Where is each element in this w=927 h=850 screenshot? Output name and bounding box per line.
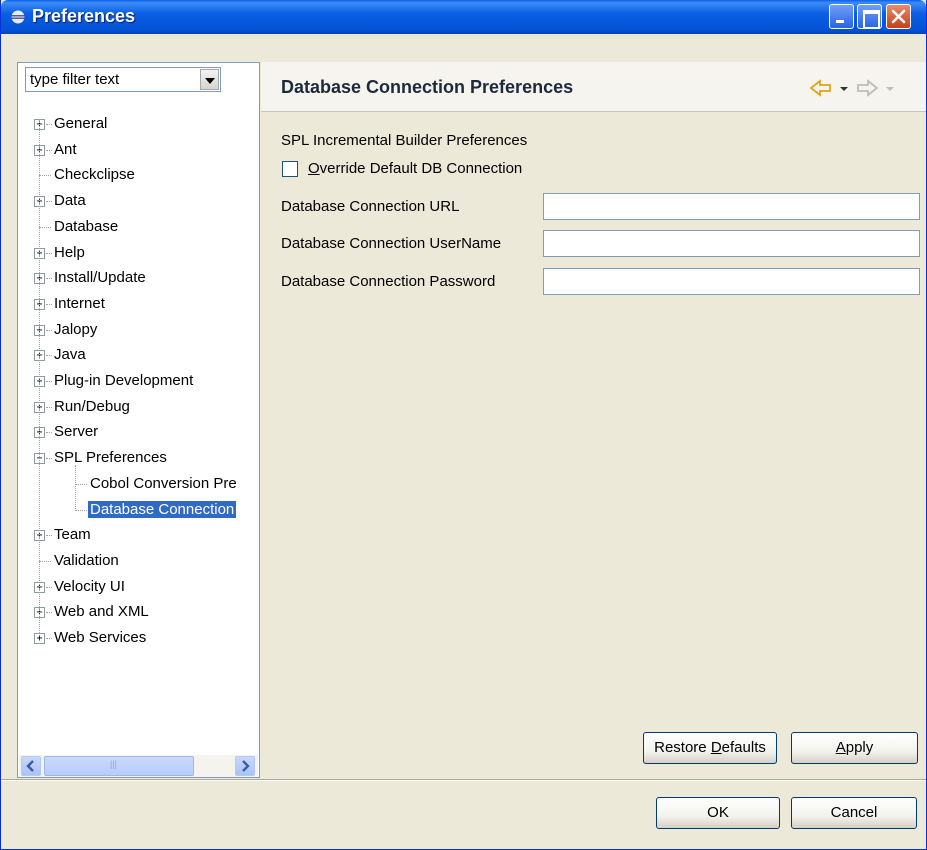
tree-item[interactable]: + Install/Update [18, 267, 259, 291]
label-rest: verride Default DB Connection [319, 160, 523, 177]
tree-item-label: Install/Update [54, 269, 146, 286]
tree-item[interactable]: + Velocity UI [18, 576, 259, 600]
ok-button[interactable]: OK [656, 797, 780, 829]
url-label: Database Connection URL [281, 198, 460, 215]
tree-connector [39, 175, 51, 176]
tree-item-label: Database Connection [88, 501, 237, 518]
tree-item-label: General [54, 115, 108, 132]
tree-item-label: Team [54, 526, 91, 543]
tree-child-item[interactable]: Database Connection [18, 499, 259, 523]
scroll-thumb[interactable] [44, 756, 194, 776]
tree-item-label: Ant [54, 141, 77, 158]
mnemonic: A [835, 739, 846, 756]
preference-tree-panel: type filter text + General + Ant Checkclipse… [17, 62, 260, 778]
label-prefix: Restore [654, 739, 711, 756]
tree-item-label: Web Services [54, 629, 147, 646]
tree-item[interactable]: + Data [18, 190, 259, 214]
tree-item-label: Help [54, 244, 85, 261]
override-checkbox[interactable] [282, 161, 298, 177]
chevron-down-icon[interactable] [200, 69, 219, 90]
tree-item[interactable]: + Web Services [18, 627, 259, 651]
tree-connector [75, 465, 76, 509]
label-rest: pply [845, 739, 874, 756]
tree-item-label: Checkclipse [54, 166, 135, 183]
tree-item[interactable]: Checkclipse [18, 164, 259, 188]
close-button[interactable] [886, 4, 911, 29]
tree-item-label: Database [54, 218, 119, 235]
preferences-dialog: Preferences type filter text + General + An… [0, 0, 927, 850]
override-checkbox-label[interactable]: Override Default DB Connection [308, 160, 522, 177]
apply-button[interactable]: Apply [791, 732, 918, 764]
tree-item[interactable]: + Run/Debug [18, 396, 259, 420]
mnemonic: D [710, 739, 722, 756]
chevron-left-icon [26, 760, 34, 772]
preference-page: Database Connection Preferences SPL Incr… [261, 62, 926, 778]
tree-item-label: Velocity UI [54, 578, 125, 595]
tree-item-label: Plug-in Development [54, 372, 194, 389]
tree-item-label: Cobol Conversion Pre [90, 475, 237, 492]
tree-item[interactable]: + Ant [18, 139, 259, 163]
tree-connector [39, 119, 40, 633]
tree-connector [75, 484, 87, 485]
tree-item[interactable]: Validation [18, 550, 259, 574]
tree-item[interactable]: + Java [18, 344, 259, 368]
tree-item[interactable]: − SPL Preferences [18, 447, 259, 471]
history-nav [809, 78, 919, 98]
tree-item[interactable]: + Web and XML [18, 601, 259, 625]
tree-connector [75, 510, 87, 511]
filter-input[interactable]: type filter text [30, 71, 119, 88]
tree-item[interactable]: + Internet [18, 293, 259, 317]
tree-child-item[interactable]: Cobol Conversion Pre [18, 473, 259, 497]
page-header: Database Connection Preferences [261, 62, 926, 112]
filter-combo[interactable]: type filter text [25, 67, 221, 92]
tree-item-label: Java [54, 346, 86, 363]
tree-item-label: Run/Debug [54, 398, 130, 415]
back-arrow-icon[interactable] [809, 78, 833, 98]
tree-connector [39, 561, 51, 562]
password-input[interactable] [543, 268, 920, 295]
tree-item[interactable]: + Team [18, 524, 259, 548]
divider [1, 779, 926, 781]
minimize-button[interactable] [829, 4, 854, 29]
title-bar[interactable]: Preferences [1, 0, 926, 34]
eclipse-icon [11, 10, 25, 24]
tree-item[interactable]: + Server [18, 421, 259, 445]
mnemonic: O [308, 160, 320, 177]
tree-item-label: Internet [54, 295, 105, 312]
window-title: Preferences [32, 6, 136, 26]
expand-icon[interactable]: + [34, 633, 45, 644]
tree-item[interactable]: + Help [18, 242, 259, 266]
scroll-left-button[interactable] [21, 756, 41, 776]
scroll-right-button[interactable] [235, 756, 255, 776]
tree-item-label: Web and XML [54, 603, 149, 620]
maximize-button[interactable] [857, 4, 882, 29]
chevron-right-icon [242, 760, 250, 772]
chevron-down-icon[interactable] [839, 78, 849, 98]
tree-item[interactable]: + General [18, 113, 259, 137]
url-input[interactable] [543, 193, 920, 220]
tree-item-label: Data [54, 192, 86, 209]
tree-item-label: Validation [54, 552, 119, 569]
page-title: Database Connection Preferences [281, 77, 574, 97]
password-label: Database Connection Password [281, 273, 496, 290]
tree-item-label: Server [54, 423, 99, 440]
username-input[interactable] [543, 230, 920, 257]
section-label: SPL Incremental Builder Preferences [281, 132, 528, 149]
tree-item[interactable]: + Jalopy [18, 319, 259, 343]
tree-item[interactable]: + Plug-in Development [18, 370, 259, 394]
close-icon [891, 9, 906, 24]
horizontal-scrollbar[interactable] [19, 755, 258, 777]
tree-item-label: Jalopy [54, 321, 98, 338]
chevron-down-icon[interactable] [885, 78, 895, 98]
tree-item-label: SPL Preferences [54, 449, 167, 466]
forward-arrow-icon[interactable] [855, 78, 879, 98]
restore-defaults-button[interactable]: Restore Defaults [643, 732, 777, 764]
label-rest: efaults [721, 739, 766, 756]
tree-connector [39, 227, 51, 228]
tree-item[interactable]: Database [18, 216, 259, 240]
cancel-button[interactable]: Cancel [791, 797, 917, 829]
username-label: Database Connection UserName [281, 235, 502, 252]
